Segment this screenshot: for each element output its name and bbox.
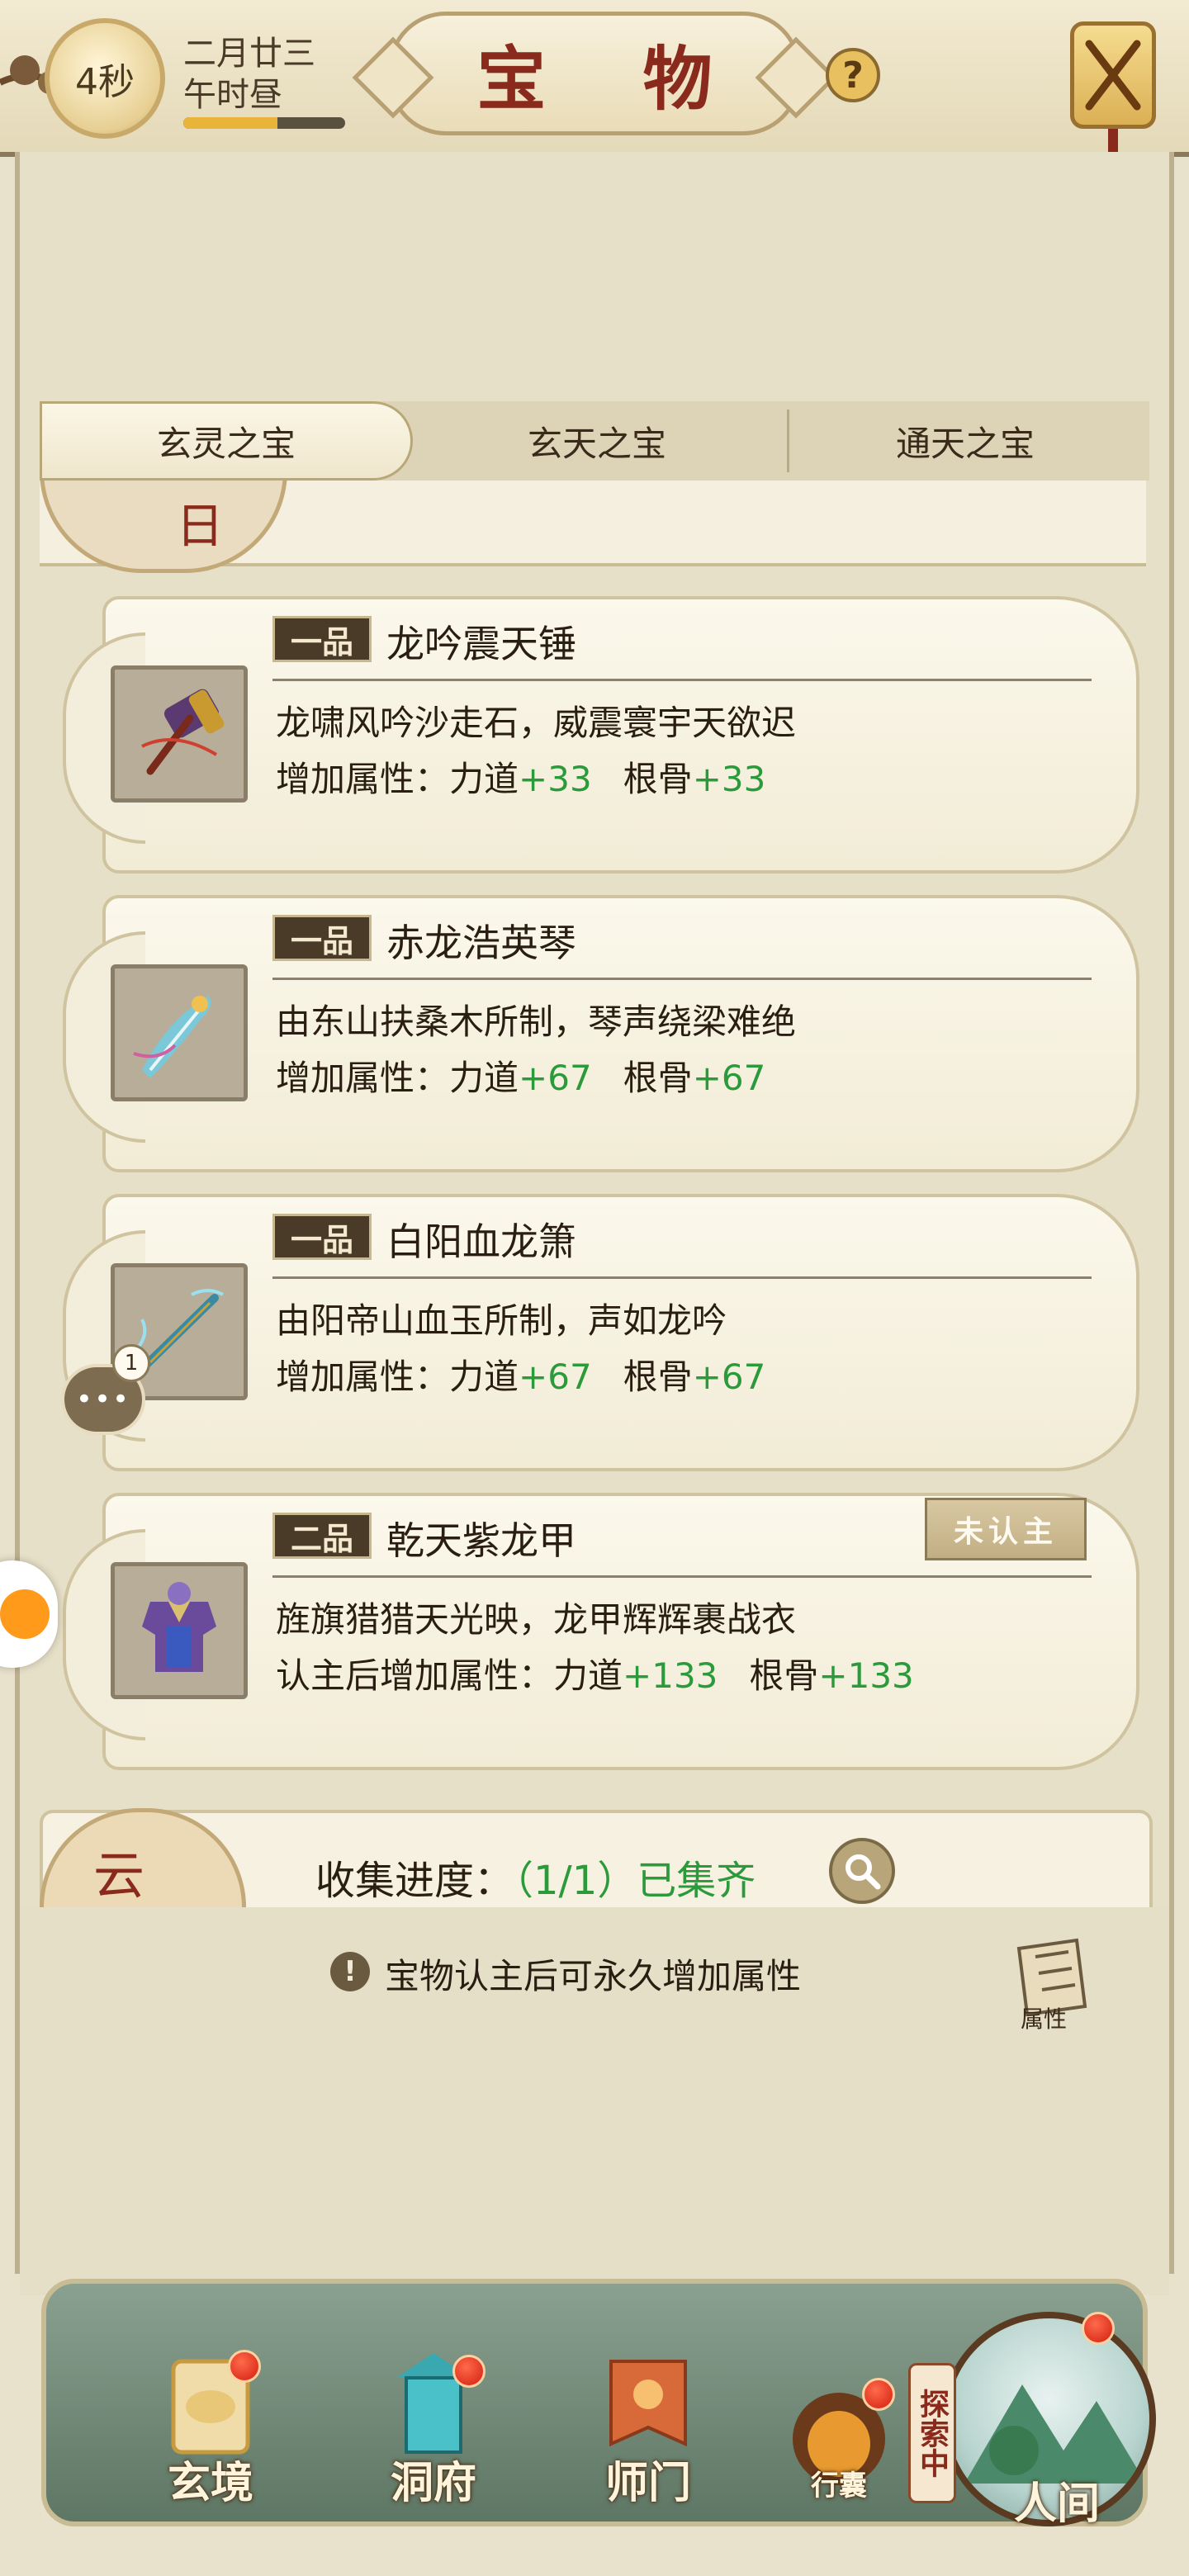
- nav-label: 行囊: [811, 2469, 867, 2503]
- nav-dongfu[interactable]: 洞府: [363, 2345, 504, 2510]
- attr2-name: 根骨: [749, 1655, 819, 1696]
- zither-icon: [111, 964, 248, 1101]
- notification-dot: [452, 2355, 486, 2388]
- item-attributes: 认主后增加属性：力道+133 根骨+133: [276, 1648, 914, 1698]
- nav-label: 人间: [1013, 2479, 1100, 2529]
- collection-status: 已集齐: [637, 1858, 756, 1904]
- collection-label: 收集进度：: [315, 1858, 514, 1904]
- grade-badge: 一品: [272, 1214, 372, 1260]
- item-description: 龙啸风吟沙走石，威震寰宇天欲迟: [276, 703, 797, 743]
- nav-label: 洞府: [390, 2458, 476, 2508]
- attr2-value: +67: [692, 1058, 766, 1098]
- divider: [272, 679, 1092, 681]
- attr1-name: 力道: [553, 1655, 623, 1696]
- nav-shimen[interactable]: 师门: [578, 2345, 718, 2510]
- item-description: 旌旗猎猎天光映，龙甲辉辉裹战衣: [276, 1599, 797, 1640]
- tab-xuanling[interactable]: 玄灵之宝: [40, 401, 413, 481]
- treasure-card[interactable]: 一品 赤龙浩英琴 由东山扶桑木所制，琴声绕梁难绝 增加属性：力道+67 根骨+67: [63, 895, 1139, 1172]
- item-description: 由阳帝山血玉所制，声如龙吟: [276, 1300, 727, 1341]
- chat-unread-count: 1: [112, 1344, 150, 1382]
- divider: [272, 1276, 1092, 1279]
- item-description: 由东山扶桑木所制，琴声绕梁难绝: [276, 1002, 797, 1042]
- grade-badge: 一品: [272, 616, 372, 662]
- time-progress-bar: [183, 117, 345, 129]
- item-attributes: 增加属性：力道+67 根骨+67: [276, 1349, 765, 1399]
- attr2-value: +33: [692, 759, 766, 799]
- collection-count: （1/1）: [514, 1858, 637, 1904]
- item-name: 龙吟震天锤: [386, 622, 576, 666]
- collection-progress: 收集进度：（1/1）已集齐: [315, 1848, 756, 1906]
- attr1-value: +67: [519, 1357, 592, 1397]
- notification-dot: [228, 2350, 261, 2383]
- nav-xuanjing[interactable]: 玄境: [140, 2345, 281, 2510]
- attributes-label: 属性: [1021, 2005, 1068, 2033]
- attr1-value: +67: [519, 1058, 592, 1098]
- medallion-char: 云: [93, 1845, 145, 1906]
- attr1-name: 力道: [449, 1357, 519, 1397]
- time-progress-fill: [183, 117, 277, 129]
- gamepad-icon: [0, 1589, 50, 1639]
- medallion-char: 日: [176, 498, 225, 554]
- item-attributes: 增加属性：力道+33 根骨+33: [276, 751, 765, 802]
- page-title: 宝 物: [476, 37, 749, 120]
- exploring-tag: 探索中: [908, 2363, 956, 2503]
- help-icon[interactable]: ?: [826, 48, 880, 102]
- info-icon: !: [330, 1952, 370, 1991]
- attr2-name: 根骨: [623, 759, 693, 799]
- attr2-value: +67: [692, 1357, 766, 1397]
- treasure-card[interactable]: 二品 乾天紫龙甲 未认主 旌旗猎猎天光映，龙甲辉辉裹战衣 认主后增加属性：力道+…: [63, 1493, 1139, 1770]
- notification-dot: [862, 2378, 895, 2411]
- tab-xuantian[interactable]: 玄天之宝: [413, 401, 789, 481]
- title-plate: 宝 物: [388, 12, 801, 135]
- unbound-status-badge: 未认主: [925, 1498, 1087, 1560]
- attr2-value: +133: [818, 1655, 914, 1696]
- tab-label: 玄天之宝: [527, 423, 666, 464]
- search-icon[interactable]: [829, 1838, 895, 1904]
- timer-badge: 4秒: [45, 18, 165, 139]
- item-name: 乾天紫龙甲: [386, 1518, 576, 1563]
- attr-prefix: 认主后增加属性：: [276, 1655, 554, 1696]
- attr1-value: +33: [519, 759, 592, 799]
- crossed-swords-icon: [1085, 40, 1141, 111]
- tab-label: 玄灵之宝: [156, 423, 296, 464]
- close-button[interactable]: [1070, 21, 1156, 129]
- item-name: 白阳血龙箫: [386, 1219, 576, 1264]
- header-bar: 4秒 二月廿三 午时昼 宝 物 ?: [0, 0, 1189, 162]
- hammer-icon: [111, 665, 248, 803]
- treasure-card[interactable]: 一品 龙吟震天锤 龙啸风吟沙走石，威震寰宇天欲迟 增加属性：力道+33 根骨+33: [63, 596, 1139, 874]
- attr1-name: 力道: [449, 1058, 519, 1098]
- time-of-day-label: 午时昼: [183, 76, 282, 114]
- item-name: 赤龙浩英琴: [386, 921, 576, 965]
- item-attributes: 增加属性：力道+67 根骨+67: [276, 1050, 765, 1101]
- nav-xingnang[interactable]: 行囊: [781, 2378, 897, 2518]
- attr1-value: +133: [623, 1655, 718, 1696]
- nav-label: 玄境: [167, 2458, 253, 2508]
- attr2-name: 根骨: [623, 1058, 693, 1098]
- notification-dot: [1082, 2312, 1115, 2345]
- attr2-name: 根骨: [623, 1357, 693, 1397]
- tab-bar: 玄灵之宝 玄天之宝 通天之宝: [40, 401, 1149, 481]
- divider: [272, 1575, 1092, 1578]
- armor-icon: [111, 1562, 248, 1699]
- grade-badge: 二品: [272, 1513, 372, 1559]
- tab-label: 通天之宝: [895, 423, 1035, 464]
- nav-label: 师门: [604, 2458, 691, 2508]
- tab-tongtian[interactable]: 通天之宝: [781, 401, 1149, 481]
- timer-text: 4秒: [75, 61, 135, 103]
- attr-prefix: 增加属性：: [276, 759, 450, 799]
- treasure-card[interactable]: 一品 白阳血龙箫 由阳帝山血玉所制，声如龙吟 增加属性：力道+67 根骨+67: [63, 1194, 1139, 1471]
- attr1-name: 力道: [449, 759, 519, 799]
- attr-prefix: 增加属性：: [276, 1357, 450, 1397]
- attr-prefix: 增加属性：: [276, 1058, 450, 1098]
- divider: [272, 978, 1092, 980]
- tip-text: 宝物认主后可永久增加属性: [385, 1956, 802, 1996]
- grade-badge: 一品: [272, 915, 372, 961]
